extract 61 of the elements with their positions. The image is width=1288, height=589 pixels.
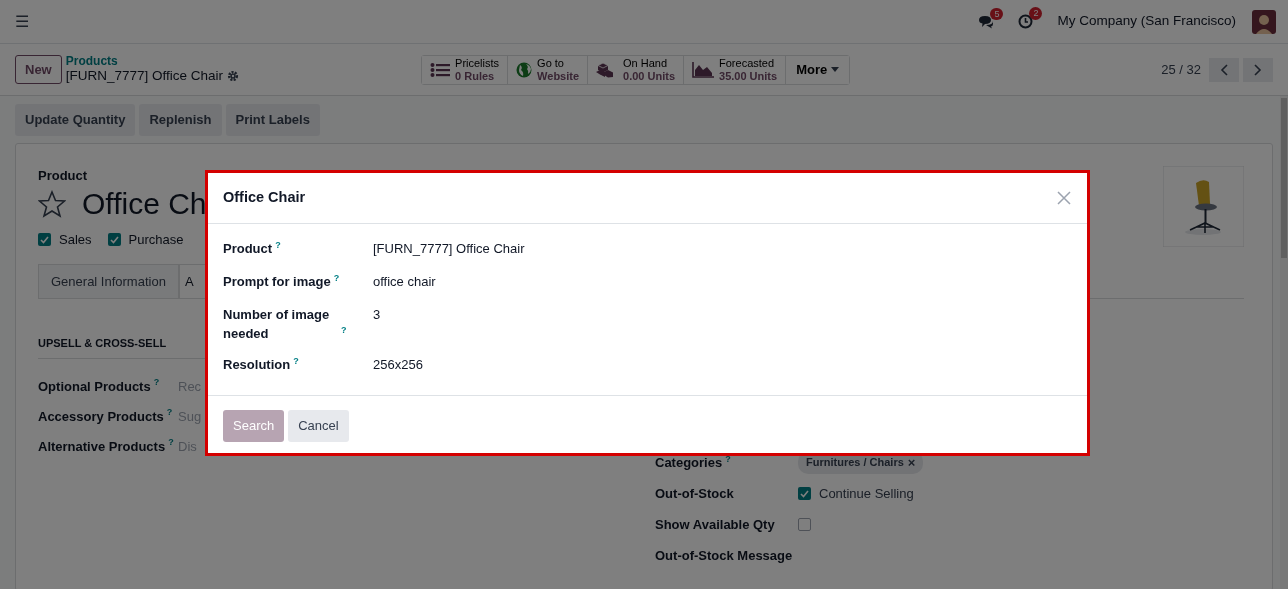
scrollbar[interactable] — [1280, 96, 1288, 589]
field-value[interactable]: office chair — [373, 272, 436, 291]
checkbox[interactable] — [107, 233, 121, 247]
area-chart-icon — [692, 61, 715, 78]
help-mark[interactable]: ? — [333, 272, 340, 283]
field-value[interactable]: [FURN_7777] Office Chair — [373, 239, 525, 258]
chat-icon[interactable] — [978, 14, 995, 29]
stat-button[interactable]: Pricelists 0 Rules — [422, 55, 509, 84]
field-label: Prompt for image — [223, 273, 331, 291]
chevron-right-icon — [1254, 63, 1262, 76]
checkbox-label: Purchase — [128, 231, 184, 249]
star-icon[interactable] — [38, 189, 66, 218]
field-label: Out-of-Stock Message — [655, 548, 793, 563]
scrollbar-thumb[interactable] — [1281, 98, 1287, 258]
notification-count: 2 — [1029, 7, 1043, 20]
help-mark[interactable]: ? — [168, 437, 174, 448]
field-label: Out-of-Stock — [655, 486, 734, 501]
field-label: Product — [223, 240, 273, 258]
field-label: Alternative Products — [38, 438, 166, 454]
company-name[interactable]: My Company (San Francisco) — [1057, 11, 1236, 32]
field-label: Resolution — [223, 356, 291, 374]
notification-count: 5 — [990, 7, 1004, 21]
help-mark[interactable]: ? — [341, 324, 347, 335]
caret-icon — [831, 67, 840, 72]
checkbox-label: Continue Selling — [819, 485, 914, 503]
action-button[interactable]: Update Quantity — [15, 104, 136, 136]
new-button[interactable]: New — [15, 54, 62, 85]
avatar[interactable] — [1252, 9, 1276, 34]
checkbox[interactable] — [798, 518, 811, 531]
tab[interactable]: A — [178, 263, 207, 298]
pager-value: 25 / 32 — [1161, 60, 1201, 79]
help-mark[interactable]: ? — [153, 377, 160, 388]
list-icon — [430, 61, 451, 78]
clock-icon[interactable] — [1018, 14, 1034, 29]
globe-icon — [516, 61, 533, 78]
field-label: Optional Products — [38, 378, 151, 394]
help-mark[interactable]: ? — [166, 407, 173, 418]
action-button[interactable]: Print Labels — [225, 104, 320, 136]
product-name: Office Ch — [82, 187, 207, 220]
field-label: Product — [38, 166, 89, 185]
previous-button[interactable] — [1209, 57, 1239, 82]
menu-icon[interactable]: ☰ — [15, 9, 29, 34]
cancel-button[interactable]: Cancel — [288, 410, 349, 442]
next-button[interactable] — [1243, 57, 1273, 82]
field-label: Accessory Products — [38, 408, 164, 424]
tab[interactable]: General Information — [38, 263, 179, 298]
gear-icon[interactable] — [227, 70, 240, 83]
help-mark[interactable]: ? — [725, 453, 731, 464]
breadcrumb-link[interactable]: Products — [65, 55, 240, 69]
close-icon[interactable] — [1057, 191, 1071, 205]
help-mark[interactable]: ? — [275, 239, 281, 250]
dialog-title: Office Chair — [223, 188, 306, 208]
record-title: [FURN_7777] Office Chair — [65, 68, 224, 84]
remove-tag[interactable]: × — [907, 456, 916, 469]
checkbox-label: Sales — [59, 231, 92, 249]
chevron-left-icon — [1220, 63, 1228, 76]
checkbox[interactable] — [38, 233, 51, 247]
checkbox[interactable] — [798, 487, 811, 500]
action-button[interactable]: Replenish — [139, 104, 222, 136]
field-label: Show Available Qty — [655, 517, 775, 532]
field-label: Categories — [655, 455, 723, 470]
